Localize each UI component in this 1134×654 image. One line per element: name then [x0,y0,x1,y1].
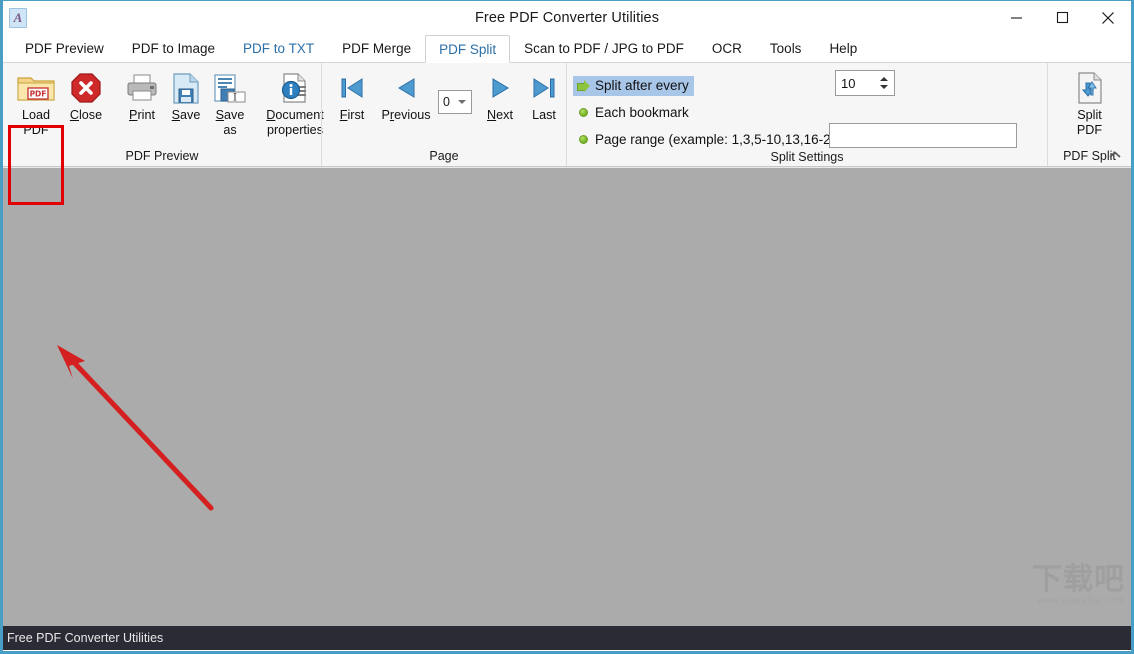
page-number-value: 0 [443,95,450,109]
ribbon-group-page: First Previous 0 Next Last Page [321,63,566,166]
group-title-split-settings: Split Settings [770,150,844,164]
print-label: Print [129,108,155,122]
tab-help[interactable]: Help [815,34,871,62]
spinner-up-icon[interactable] [880,77,888,81]
window-controls [993,1,1131,34]
save-button[interactable]: Save [164,67,208,123]
tab-scan-to-pdf[interactable]: Scan to PDF / JPG to PDF [510,34,698,62]
option-split-after-every-label: Split after every [595,78,689,93]
first-page-button[interactable]: First [330,67,374,123]
application-window: Free PDF Converter Utilities PDF Preview… [0,0,1134,654]
option-each-bookmark[interactable]: Each bookmark [573,103,694,123]
watermark: 下载吧 www.xiazaiba.com [997,562,1125,607]
maximize-button[interactable] [1039,1,1085,34]
tab-pdf-split[interactable]: PDF Split [425,35,511,63]
tab-pdf-to-txt[interactable]: PDF to TXT [229,34,328,62]
status-bar: Free PDF Converter Utilities [3,626,1131,650]
ribbon-group-pdf-preview: PDF Load PDF Close Print Save I Save as … [3,63,324,205]
split-every-spinner[interactable]: 10 [835,70,895,96]
option-split-after-every[interactable]: Split after every [573,76,694,96]
svg-text:I: I [233,92,237,103]
page-number-combobox[interactable]: 0 [438,90,472,114]
spinner-down-icon[interactable] [880,85,888,89]
last-page-button[interactable]: Last [522,67,566,123]
split-pdf-icon [1073,71,1107,105]
group-title-page: Page [429,149,459,163]
load-pdf-label: Load PDF [21,108,51,137]
ribbon: PDF Load PDF Close Print Save I Save as … [3,63,1131,205]
save-as-label: Save as [215,108,245,137]
green-dot-icon [577,107,589,119]
first-page-icon [337,71,367,105]
chevron-up-icon[interactable] [1107,147,1123,163]
watermark-characters: 下载吧 [1032,562,1125,597]
print-button[interactable]: Print [120,67,164,123]
printer-icon [125,71,159,105]
green-dot-icon [577,134,589,146]
option-page-range[interactable]: Page range (example: 1,3,5-10,13,16-20) [573,130,848,150]
next-page-button[interactable]: Next [478,67,522,123]
red-arrow-annotation [57,345,214,511]
tab-tools[interactable]: Tools [756,34,816,62]
split-pdf-button[interactable]: Split PDF [1060,67,1120,138]
next-page-icon [485,71,515,105]
document-info-icon [278,71,312,105]
tab-pdf-preview[interactable]: PDF Preview [11,34,118,62]
watermark-url: www.xiazaiba.com [1036,596,1125,606]
split-pdf-label: Split PDF [1076,108,1103,137]
title-bar: Free PDF Converter Utilities [3,1,1131,34]
folder-pdf-icon: PDF [16,71,56,105]
save-label: Save [171,108,201,122]
close-label: Close [69,108,103,122]
chevron-down-icon [458,100,466,104]
tab-ocr[interactable]: OCR [698,34,756,62]
page-range-input[interactable] [829,123,1017,148]
tab-pdf-to-image[interactable]: PDF to Image [118,34,229,62]
window-title: Free PDF Converter Utilities [474,9,660,26]
close-circle-icon [70,71,102,105]
save-as-button[interactable]: I Save as [208,67,252,138]
load-pdf-button[interactable]: PDF Load PDF [8,67,64,138]
minimize-button[interactable] [993,1,1039,34]
save-document-icon [170,71,202,105]
first-label: First [339,108,365,122]
green-arrow-icon [577,79,590,92]
group-title-pdf-preview: PDF Preview [125,149,199,163]
close-button[interactable] [1085,1,1131,34]
previous-page-icon [391,71,421,105]
last-label: Last [532,108,556,122]
previous-label: Previous [381,108,431,122]
previous-page-button[interactable]: Previous [374,67,438,123]
document-properties-label: Document properties [266,108,324,137]
next-label: Next [487,108,513,122]
document-viewport: 下载吧 www.xiazaiba.com [3,167,1131,626]
status-text: Free PDF Converter Utilities [7,631,164,645]
svg-text:PDF: PDF [30,90,47,99]
ribbon-group-split-settings: Split after every Each bookmark Page ran… [566,63,1047,166]
last-page-icon [529,71,559,105]
save-as-icon: I [212,71,248,105]
tab-pdf-merge[interactable]: PDF Merge [328,34,425,62]
option-page-range-label: Page range (example: 1,3,5-10,13,16-20) [595,132,843,147]
close-button-ribbon[interactable]: Close [64,67,108,123]
split-every-value: 10 [841,75,856,91]
ribbon-tab-strip: PDF Preview PDF to Image PDF to TXT PDF … [3,34,1131,63]
spinner-arrows[interactable] [880,71,888,95]
option-each-bookmark-label: Each bookmark [595,105,689,120]
